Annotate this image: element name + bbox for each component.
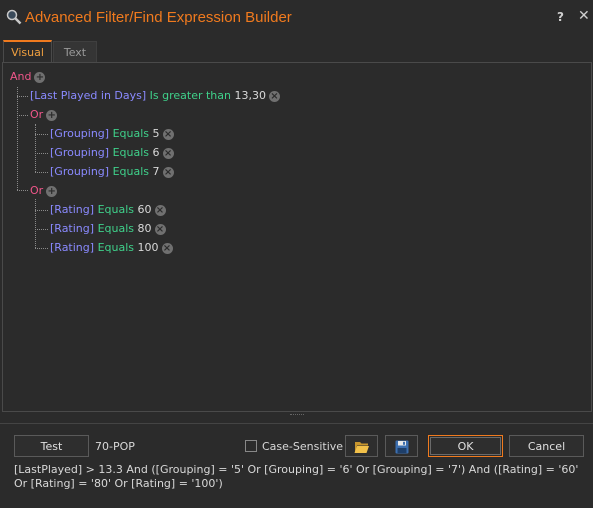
window-title: Advanced Filter/Find Expression Builder xyxy=(25,9,292,26)
field-name[interactable]: [Grouping] xyxy=(50,146,109,159)
visual-panel xyxy=(2,62,592,412)
tab-text[interactable]: Text xyxy=(53,41,97,64)
logic-operator[interactable]: Or xyxy=(30,184,43,197)
case-sensitive-checkbox[interactable] xyxy=(245,440,257,452)
x-circle-icon[interactable]: × xyxy=(269,90,280,102)
operator[interactable]: Equals xyxy=(113,127,149,140)
tree-line xyxy=(17,115,28,116)
field-name[interactable]: [Grouping] xyxy=(50,165,109,178)
operator[interactable]: Equals xyxy=(98,241,134,254)
close-button[interactable]: ✕ xyxy=(578,8,590,24)
x-circle-icon[interactable]: × xyxy=(154,204,166,216)
expression-preview: [LastPlayed] > 13.3 And ([Grouping] = '5… xyxy=(14,463,579,490)
test-result: 70-POP xyxy=(95,440,135,453)
case-sensitive-label[interactable]: Case-Sensitive xyxy=(262,440,343,453)
or-group-node: Or + xyxy=(30,184,58,197)
value[interactable]: 100 xyxy=(138,241,159,254)
condition-row: [Grouping] Equals 6 × xyxy=(50,146,174,159)
tree-line xyxy=(35,248,48,249)
x-circle-icon[interactable]: × xyxy=(154,223,166,235)
field-name[interactable]: [Grouping] xyxy=(50,127,109,140)
tree-line xyxy=(35,199,36,248)
operator[interactable]: Is greater than xyxy=(150,89,231,102)
plus-circle-icon[interactable]: + xyxy=(34,71,46,83)
logic-operator[interactable]: Or xyxy=(30,108,43,121)
operator[interactable]: Equals xyxy=(98,203,134,216)
tree-line xyxy=(35,134,48,135)
help-button[interactable]: ? xyxy=(557,10,564,24)
folder-open-icon xyxy=(354,442,369,453)
condition-row: [Grouping] Equals 5 × xyxy=(50,127,174,140)
magnifier-icon xyxy=(6,9,22,25)
field-name[interactable]: [Rating] xyxy=(50,241,94,254)
operator[interactable]: Equals xyxy=(98,222,134,235)
condition-row: [Grouping] Equals 7 × xyxy=(50,165,174,178)
condition-row: [Rating] Equals 80 × xyxy=(50,222,166,235)
field-name[interactable]: [Rating] xyxy=(50,222,94,235)
or-group-node: Or + xyxy=(30,108,58,121)
plus-circle-icon[interactable]: + xyxy=(46,109,58,121)
tree-line xyxy=(35,210,48,211)
operator[interactable]: Equals xyxy=(113,146,149,159)
tree-line xyxy=(35,124,36,172)
tab-visual[interactable]: Visual xyxy=(3,40,52,63)
test-button[interactable]: Test xyxy=(14,435,89,457)
value[interactable]: 7 xyxy=(153,165,160,178)
field-name[interactable]: [Rating] xyxy=(50,203,94,216)
x-circle-icon[interactable]: × xyxy=(162,128,174,140)
tree-line xyxy=(35,229,48,230)
floppy-disk-icon xyxy=(395,440,408,454)
tree-line xyxy=(17,96,28,97)
tree-line xyxy=(17,87,18,190)
condition-row: [Rating] Equals 60 × xyxy=(50,203,166,216)
x-circle-icon[interactable]: × xyxy=(161,242,173,254)
open-button[interactable] xyxy=(345,435,378,457)
tree-line xyxy=(35,153,48,154)
value[interactable]: 80 xyxy=(138,222,152,235)
value[interactable]: 13,30 xyxy=(235,89,267,102)
logic-operator[interactable]: And xyxy=(10,70,31,83)
save-button[interactable] xyxy=(385,435,418,457)
value[interactable]: 5 xyxy=(153,127,160,140)
splitter-grip[interactable] xyxy=(290,414,304,418)
condition-row: [Rating] Equals 100 × xyxy=(50,241,173,254)
tree-line xyxy=(17,190,28,191)
cancel-button[interactable]: Cancel xyxy=(509,435,584,457)
field-name[interactable]: [Last Played in Days] xyxy=(30,89,146,102)
tree-line xyxy=(35,172,48,173)
title-bar: Advanced Filter/Find Expression Builder … xyxy=(0,0,593,36)
value[interactable]: 6 xyxy=(153,146,160,159)
root-and-node: And + xyxy=(10,70,46,83)
ok-button[interactable]: OK xyxy=(428,435,503,457)
condition-row: [Last Played in Days] Is greater than 13… xyxy=(30,89,280,102)
operator[interactable]: Equals xyxy=(113,165,149,178)
plus-circle-icon[interactable]: + xyxy=(46,185,58,197)
x-circle-icon[interactable]: × xyxy=(162,147,174,159)
x-circle-icon[interactable]: × xyxy=(162,166,174,178)
value[interactable]: 60 xyxy=(138,203,152,216)
